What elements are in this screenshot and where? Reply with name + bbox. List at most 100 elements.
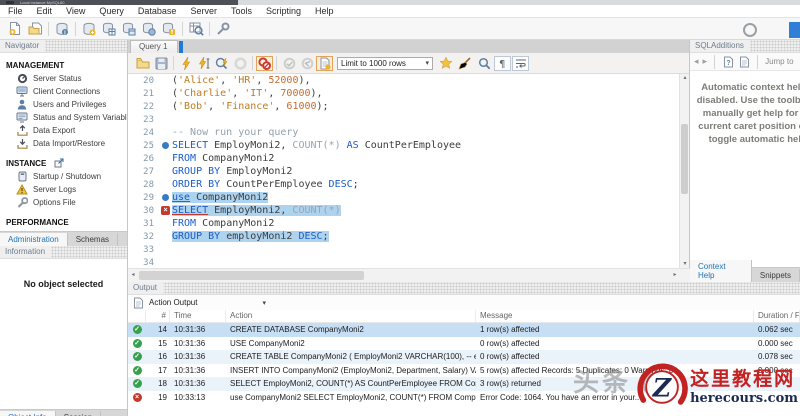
hscroll-thumb[interactable]: [139, 271, 364, 280]
vscroll-thumb[interactable]: [681, 124, 688, 194]
sidebar-item-client-connections[interactable]: Client Connections: [0, 85, 127, 98]
menu-help[interactable]: Help: [315, 6, 334, 16]
code-text[interactable]: ('Charlie', 'IT', 70000),: [172, 88, 323, 99]
stop-icon[interactable]: [231, 55, 249, 71]
menu-database[interactable]: Database: [138, 6, 177, 16]
tab-schemas[interactable]: Schemas: [67, 233, 119, 246]
code-text[interactable]: FROM CompanyMoni2: [172, 153, 274, 164]
sidebar-item-status-and-system-variables[interactable]: Status and System Variables: [0, 111, 127, 124]
column-header-message[interactable]: Message: [476, 310, 754, 322]
tab-session[interactable]: Session: [55, 411, 102, 416]
output-row[interactable]: ✓ 17 10:31:36 INSERT INTO CompanyMoni2 (Emp…: [128, 364, 800, 378]
code-text[interactable]: use CompanyMoni2: [172, 192, 269, 203]
code-text[interactable]: GROUP BY EmployMoni2: [172, 166, 292, 177]
help-forward-icon[interactable]: ▸: [703, 56, 708, 67]
menu-scripting[interactable]: Scripting: [266, 6, 301, 16]
create-view-icon[interactable]: [119, 20, 139, 38]
execute-icon[interactable]: [177, 55, 195, 71]
create-function-icon[interactable]: f: [159, 20, 179, 38]
sidebar-item-options-file[interactable]: Options File: [0, 196, 127, 209]
tab-administration[interactable]: Administration: [0, 233, 68, 246]
scroll-left-icon[interactable]: ◂: [128, 269, 138, 282]
code-line[interactable]: 28 ORDER BY CountPerEmployee DESC;: [128, 178, 689, 191]
tab-context-help[interactable]: Context Help: [690, 260, 752, 282]
code-editor[interactable]: 20 ('Alice', 'HR', 52000), 21 ('Charlie', '…: [128, 74, 689, 269]
toggle-auto-help-icon[interactable]: [738, 56, 750, 68]
context-help-icon[interactable]: ?: [722, 56, 734, 68]
sidebar-item-users-and-privileges[interactable]: Users and Privileges: [0, 98, 127, 111]
code-text[interactable]: GROUP BY employMoni2 DESC;: [172, 231, 329, 242]
code-line[interactable]: 32 GROUP BY employMoni2 DESC;: [128, 230, 689, 243]
code-line[interactable]: 22 ('Bob', 'Finance', 61000);: [128, 100, 689, 113]
instance-actions-icon[interactable]: [50, 158, 64, 168]
create-table-icon[interactable]: [99, 20, 119, 38]
sidebar-item-startup-shutdown[interactable]: Startup / Shutdown: [0, 170, 127, 183]
code-text[interactable]: FROM CompanyMoni2: [172, 218, 274, 229]
sidebar-item-server-logs[interactable]: Server Logs: [0, 183, 127, 196]
open-script-icon[interactable]: [134, 55, 152, 71]
explain-icon[interactable]: [213, 55, 231, 71]
create-procedure-icon[interactable]: [139, 20, 159, 38]
commit-icon[interactable]: [280, 55, 298, 71]
output-row[interactable]: ✓ 15 10:31:36 USE CompanyMoni2 0 row(s) affe…: [128, 337, 800, 351]
menu-tools[interactable]: Tools: [231, 6, 252, 16]
output-view-selector[interactable]: Action Output ▾: [128, 295, 800, 310]
code-line[interactable]: 23: [128, 113, 689, 126]
sidebar-item-data-export[interactable]: Data Export: [0, 124, 127, 137]
code-line[interactable]: 21 ('Charlie', 'IT', 70000),: [128, 87, 689, 100]
code-line[interactable]: 26 FROM CompanyMoni2: [128, 152, 689, 165]
new-query-tab-icon[interactable]: [5, 20, 25, 38]
autocommit-icon[interactable]: [316, 55, 333, 71]
panel-toggle-fragment[interactable]: [789, 22, 800, 38]
code-line[interactable]: 20 ('Alice', 'HR', 52000),: [128, 74, 689, 87]
create-schema-icon[interactable]: [79, 20, 99, 38]
sidebar-item-server-status[interactable]: Server Status: [0, 72, 127, 85]
save-snippet-icon[interactable]: [437, 55, 455, 71]
inspector-icon[interactable]: i: [52, 20, 72, 38]
code-line[interactable]: 27 GROUP BY EmployMoni2: [128, 165, 689, 178]
output-row[interactable]: ✓ 14 10:31:36 CREATE DATABASE CompanyMoni2 1…: [128, 323, 800, 337]
output-row[interactable]: × 19 10:33:13 use CompanyMoni2 SELECT Emplo…: [128, 391, 800, 405]
menu-file[interactable]: File: [8, 6, 23, 16]
editor-horizontal-scrollbar[interactable]: ◂ ▸: [128, 268, 690, 282]
menu-server[interactable]: Server: [190, 6, 217, 16]
scroll-right-icon[interactable]: ▸: [670, 269, 680, 282]
column-header-duration-fetch[interactable]: Duration / Fetch: [754, 310, 800, 322]
code-text[interactable]: -- Now run your query: [172, 127, 298, 138]
menu-edit[interactable]: Edit: [37, 6, 53, 16]
tab-query-1[interactable]: Query 1: [130, 40, 179, 53]
code-text[interactable]: ('Alice', 'HR', 52000),: [172, 75, 311, 86]
code-line[interactable]: 33: [128, 243, 689, 256]
code-text[interactable]: ('Bob', 'Finance', 61000);: [172, 101, 329, 112]
invisibles-icon[interactable]: ¶: [494, 55, 511, 71]
execute-current-icon[interactable]: [195, 55, 213, 71]
save-script-icon[interactable]: [152, 55, 170, 71]
find-icon[interactable]: [475, 55, 493, 71]
code-line[interactable]: 24 -- Now run your query: [128, 126, 689, 139]
stop-on-error-icon[interactable]: [256, 55, 273, 71]
menu-view[interactable]: View: [66, 6, 85, 16]
code-line[interactable]: 29 use CompanyMoni2: [128, 191, 689, 204]
output-row[interactable]: ✓ 18 10:31:36 SELECT EmployMoni2, COUNT(*) …: [128, 377, 800, 391]
output-row[interactable]: ✓ 16 10:31:36 CREATE TABLE CompanyMoni2 ( E…: [128, 350, 800, 364]
beautify-icon[interactable]: [456, 55, 474, 71]
code-text[interactable]: ORDER BY CountPerEmployee DESC;: [172, 179, 359, 190]
code-text[interactable]: SELECT EmployMoni2, COUNT(*) AS CountPer…: [172, 140, 461, 151]
column-header-time[interactable]: Time: [170, 310, 226, 322]
menu-query[interactable]: Query: [99, 6, 124, 16]
code-line[interactable]: 25 SELECT EmployMoni2, COUNT(*) AS CountP…: [128, 139, 689, 152]
reconnect-dbms-icon[interactable]: [213, 20, 233, 38]
rollback-icon[interactable]: [298, 55, 316, 71]
code-line[interactable]: 30 × SELECT EmployMoni2, COUNT(*): [128, 204, 689, 217]
jump-to-label[interactable]: Jump to: [765, 57, 793, 66]
search-data-icon[interactable]: [186, 20, 206, 38]
wrap-text-icon[interactable]: [512, 55, 529, 71]
tab-object-info[interactable]: Object Info: [0, 411, 56, 416]
scroll-up-icon[interactable]: ▴: [680, 74, 689, 83]
code-line[interactable]: 31 FROM CompanyMoni2: [128, 217, 689, 230]
open-sql-script-icon[interactable]: [25, 20, 45, 38]
editor-vertical-scrollbar[interactable]: ▴ ▾: [679, 74, 689, 269]
limit-rows-select[interactable]: Limit to 1000 rows ▾: [337, 56, 433, 70]
column-header--[interactable]: #: [146, 310, 170, 322]
help-back-icon[interactable]: ◂: [694, 56, 699, 67]
